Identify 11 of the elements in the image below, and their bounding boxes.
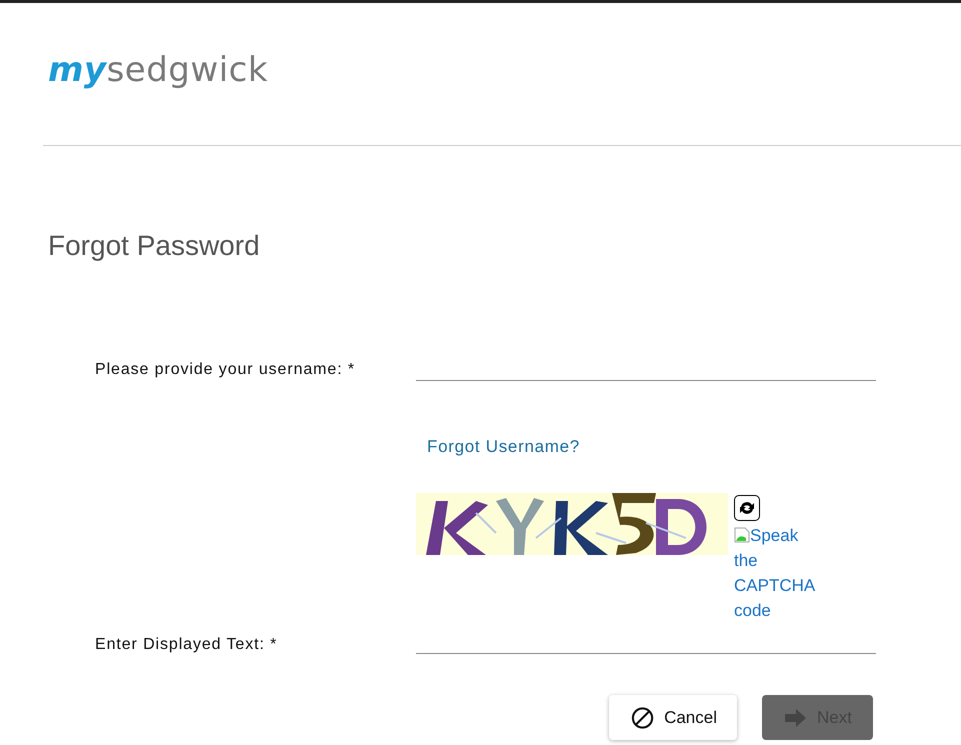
- broken-image-icon: [734, 527, 750, 543]
- prohibited-icon: [631, 706, 654, 730]
- field-label: Enter Displayed Text: *: [95, 636, 278, 654]
- page-title: Forgot Password: [48, 230, 261, 262]
- cancel-button[interactable]: Cancel: [609, 695, 737, 740]
- arrow-icon: [785, 708, 808, 726]
- forgot-username-link[interactable]: Forgot Username?: [427, 437, 872, 457]
- refresh-icon[interactable]: [734, 495, 760, 521]
- field-label: Please provide your username: *: [95, 361, 356, 380]
- logo: mysedgwick: [48, 50, 268, 90]
- speak-captcha-link[interactable]: Speak the CAPTCHA code: [734, 523, 820, 623]
